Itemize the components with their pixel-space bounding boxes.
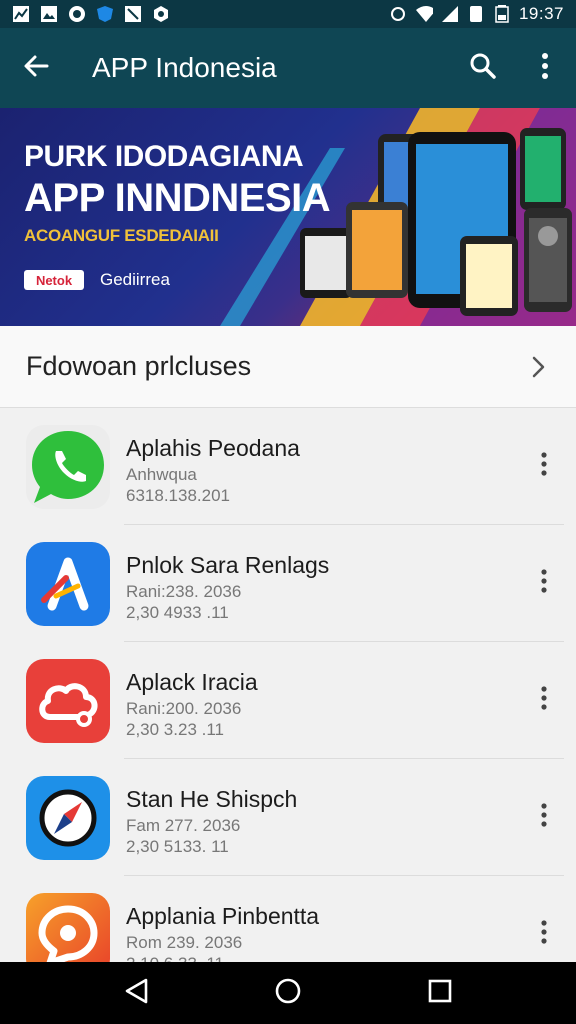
nav-home-icon (274, 977, 302, 1010)
sync-icon (389, 5, 407, 23)
list-item[interactable]: Pnlok Sara Renlags Rani:238. 2036 2,30 4… (0, 525, 576, 642)
item-more-button[interactable] (534, 568, 554, 598)
notification-icon (124, 5, 142, 23)
nav-recents-button[interactable] (420, 973, 460, 1013)
app-meta-1: Fam 277. 2036 (126, 816, 241, 835)
more-vert-icon (541, 685, 547, 715)
list-item[interactable]: Aplack Iracia Rani:200. 2036 2,30 3.23 .… (0, 642, 576, 759)
phone-illustrations (300, 128, 572, 316)
app-meta-1: Rani:238. 2036 (126, 582, 242, 601)
list-item[interactable]: Aplahis Peodana Anhwqua 6318.138.201 (0, 408, 576, 525)
status-bar: 19:37 (0, 0, 576, 28)
page-title: APP Indonesia (92, 52, 277, 83)
app-name: Pnlok Sara Renlags (126, 552, 330, 578)
list-item[interactable]: Stan He Shispch Fam 277. 2036 2,30 5133.… (0, 759, 576, 876)
app-name: Aplack Iracia (126, 669, 258, 695)
section-title: Fdowoan prlcluses (26, 351, 252, 381)
app-name: Aplahis Peodana (126, 435, 300, 461)
app-name: Stan He Shispch (126, 786, 298, 812)
app-meta-1: Rom 239. 2036 (126, 933, 243, 952)
navigation-bar (0, 962, 576, 1024)
banner-headline-2: APP INNDNESIA (24, 176, 331, 220)
back-button[interactable] (0, 28, 72, 108)
banner-badge: Netok (24, 270, 84, 290)
search-icon (469, 52, 497, 85)
circle-icon (68, 5, 86, 23)
more-vert-icon (541, 802, 547, 832)
more-vert-icon (541, 451, 547, 481)
item-more-button[interactable] (534, 802, 554, 832)
app-meta-1: Anhwqua (126, 465, 197, 484)
nav-home-button[interactable] (268, 973, 308, 1013)
shield-icon (96, 5, 114, 23)
status-time: 19:37 (518, 4, 564, 23)
banner-badge-label: Gediirrea (100, 270, 170, 289)
app-meta-1: Rani:200. 2036 (126, 699, 242, 718)
banner-tagline: ACOANGUF ESDEDAIAII (24, 226, 219, 245)
app-meta-2: 2,30 3.23 .11 (126, 720, 224, 739)
app-list: Aplahis Peodana Anhwqua 6318.138.201 Pnl… (0, 408, 576, 993)
nav-recents-icon (428, 979, 452, 1008)
no-sim-icon (467, 5, 485, 23)
chat-bubble-icon (26, 424, 110, 509)
more-vert-icon (541, 52, 549, 84)
app-meta-2: 2,30 4933 .11 (126, 603, 229, 622)
battery-icon (493, 5, 511, 23)
app-store-a-icon (26, 541, 110, 626)
app-meta-2: 6318.138.201 (126, 486, 230, 505)
app-name: Applania Pinbentta (126, 903, 320, 929)
arrow-back-icon (22, 52, 50, 85)
item-more-button[interactable] (534, 919, 554, 949)
wifi-icon (415, 5, 433, 23)
signal-icon (441, 5, 459, 23)
item-more-button[interactable] (534, 685, 554, 715)
app-bar: APP Indonesia (0, 28, 576, 108)
cloud-icon (26, 658, 110, 743)
chart-icon (12, 5, 30, 23)
more-options-button[interactable] (514, 28, 576, 108)
banner-headline-1: PURK IDODAGIANA (24, 140, 304, 173)
image-icon (40, 5, 58, 23)
gear-icon (152, 5, 170, 23)
compass-icon (26, 775, 110, 860)
chevron-right-icon (526, 355, 550, 379)
section-header[interactable]: Fdowoan prlcluses (0, 326, 576, 408)
nav-back-button[interactable] (116, 973, 156, 1013)
nav-back-icon (123, 977, 149, 1010)
search-button[interactable] (452, 28, 514, 108)
promo-banner[interactable]: PURK IDODAGIANA APP INNDNESIA ACOANGUF E… (0, 108, 576, 326)
item-more-button[interactable] (534, 451, 554, 481)
app-meta-2: 2,30 5133. 11 (126, 837, 229, 856)
more-vert-icon (541, 919, 547, 949)
more-vert-icon (541, 568, 547, 598)
